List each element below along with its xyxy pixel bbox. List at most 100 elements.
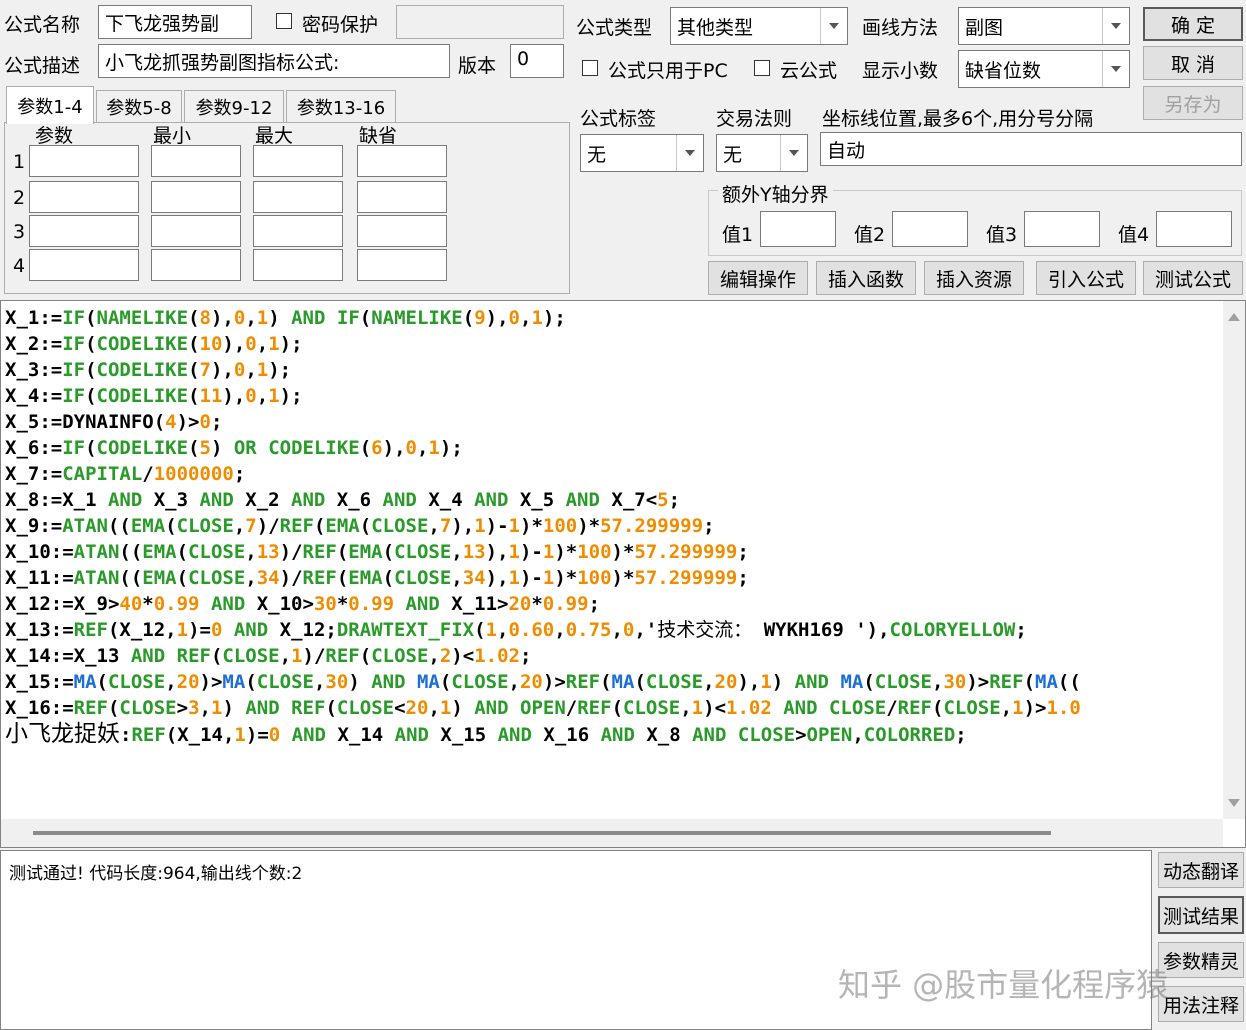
tab-params-1-4[interactable]: 参数1-4 [6,86,94,124]
tab-params-5-8[interactable]: 参数5-8 [96,90,182,122]
code-token: (X_14, [165,724,235,746]
code-token: , [245,359,257,381]
edit-ops-button[interactable]: 编辑操作 [708,261,808,295]
cloud-checkbox[interactable] [754,60,770,76]
param-2-name[interactable] [29,181,139,213]
usage-notes-button[interactable]: 用法注释 [1158,986,1244,1022]
param-3-min[interactable] [151,215,241,247]
yaxis-value2-input[interactable] [892,211,968,247]
param-1-max[interactable] [253,145,343,177]
ok-button[interactable]: 确 定 [1143,7,1243,41]
param-1-name[interactable] [29,145,139,177]
formula-tag-select[interactable]: 无 [580,134,704,172]
trade-rule-select[interactable]: 无 [716,134,808,172]
test-result-button[interactable]: 测试结果 [1158,896,1244,934]
param-wizard-button[interactable]: 参数精灵 [1158,942,1244,978]
param-1-min[interactable] [151,145,241,177]
code-token: ) [222,697,246,719]
password-checkbox[interactable] [276,13,292,29]
code-line[interactable]: X_11:=ATAN((EMA(CLOSE,34)/REF(EMA(CLOSE,… [5,565,1223,591]
code-token: OPEN [520,697,566,719]
code-lines[interactable]: X_1:=IF(NAMELIKE(8),0,1) AND IF(NAMELIKE… [5,305,1223,747]
code-line[interactable]: X_6:=IF(CODELIKE(5) OR CODELIKE(6),0,1); [5,435,1223,461]
dynamic-translate-button[interactable]: 动态翻译 [1158,852,1244,888]
code-line[interactable]: X_7:=CAPITAL/1000000; [5,461,1223,487]
version-input[interactable]: 0 [510,44,564,78]
chevron-down-icon[interactable] [676,135,703,171]
param-2-max[interactable] [253,181,343,213]
param-2-min[interactable] [151,181,241,213]
code-token: ) [210,437,234,459]
formula-desc-input[interactable]: 小飞龙抓强势副图指标公式: [98,44,450,78]
param-4-name[interactable] [29,249,139,281]
code-line[interactable]: X_16:=REF(CLOSE>3,1) AND REF(CLOSE<20,1)… [5,695,1223,721]
code-line[interactable]: X_8:=X_1 AND X_3 AND X_2 AND X_6 AND X_4… [5,487,1223,513]
chevron-down-icon[interactable] [1102,8,1129,44]
code-editor[interactable]: X_1:=IF(NAMELIKE(8),0,1) AND IF(NAMELIKE… [0,300,1246,848]
chevron-down-icon[interactable] [1102,51,1129,87]
scroll-up-icon[interactable] [1228,313,1240,321]
code-token: ) [268,307,292,329]
code-line[interactable]: X_15:=MA(CLOSE,20)>MA(CLOSE,30) AND MA(C… [5,669,1223,695]
code-line[interactable]: X_13:=REF(X_12,1)=0 AND X_12;DRAWTEXT_FI… [5,617,1223,643]
param-4-max[interactable] [253,249,343,281]
formula-type-select[interactable]: 其他类型 [670,7,848,45]
test-formula-button[interactable]: 测试公式 [1143,261,1243,295]
code-token: , [520,307,532,329]
code-token: REF [176,645,211,667]
yaxis-value3-input[interactable] [1024,211,1100,247]
draw-method-select[interactable]: 副图 [958,7,1130,45]
code-token: : [120,724,132,746]
param-3-default[interactable] [357,215,447,247]
code-token: 20 [714,671,738,693]
code-token: ( [1023,671,1036,693]
import-formula-button[interactable]: 引入公式 [1036,261,1136,295]
code-line[interactable]: X_3:=IF(CODELIKE(7),0,1); [5,357,1223,383]
code-line[interactable]: X_5:=DYNAINFO(4)>0; [5,409,1223,435]
vertical-scrollbar[interactable] [1223,301,1245,819]
code-token: X_14:=X_13 [5,645,131,667]
param-3-name[interactable] [29,215,139,247]
scroll-down-icon[interactable] [1228,799,1240,807]
param-1-default[interactable] [357,145,447,177]
decimal-select[interactable]: 缺省位数 [958,50,1130,88]
code-token: ( [188,333,200,355]
horizontal-scrollbar[interactable] [1,819,1223,847]
param-2-default[interactable] [357,181,447,213]
insert-resource-button[interactable]: 插入资源 [924,261,1024,295]
code-token: AND [107,489,143,511]
code-token: CODELIKE [96,359,189,381]
scroll-thumb[interactable] [33,831,1051,835]
password-input[interactable] [396,5,564,39]
yaxis-value4-label: 值4 [1118,224,1150,246]
test-result-message: 测试通过! 代码长度:964,输出线个数:2 [9,864,303,884]
yaxis-value1-input[interactable] [760,211,836,247]
param-4-min[interactable] [151,249,241,281]
save-as-button[interactable]: 另存为 [1143,86,1243,120]
cancel-button[interactable]: 取 消 [1143,46,1243,80]
tab-params-13-16[interactable]: 参数13-16 [286,90,396,122]
extra-yaxis-label: 额外Y轴分界 [718,180,833,207]
insert-function-button[interactable]: 插入函数 [816,261,916,295]
yaxis-value4-input[interactable] [1156,211,1232,247]
tab-params-9-12[interactable]: 参数9-12 [184,90,284,122]
param-4-default[interactable] [357,249,447,281]
code-line[interactable]: X_12:=X_9>40*0.99 AND X_10>30*0.99 AND X… [5,591,1223,617]
code-line[interactable]: X_1:=IF(NAMELIKE(8),0,1) AND IF(NAMELIKE… [5,305,1223,331]
code-token: 57.299999 [634,567,738,589]
code-token: '), [855,619,890,641]
code-line[interactable]: 小飞龙捉妖:REF(X_14,1)=0 AND X_14 AND X_15 AN… [5,721,1223,747]
param-3-max[interactable] [253,215,343,247]
code-line[interactable]: X_4:=IF(CODELIKE(11),0,1); [5,383,1223,409]
code-line[interactable]: X_14:=X_13 AND REF(CLOSE,1)/REF(CLOSE,2)… [5,643,1223,669]
pc-only-checkbox[interactable] [582,60,598,76]
code-token: )/ [279,567,303,589]
code-line[interactable]: X_10:=ATAN((EMA(CLOSE,13)/REF(EMA(CLOSE,… [5,539,1223,565]
chevron-down-icon[interactable] [820,8,847,44]
code-line[interactable]: X_2:=IF(CODELIKE(10),0,1); [5,331,1223,357]
code-line[interactable]: X_9:=ATAN((EMA(CLOSE,7)/REF(EMA(CLOSE,7)… [5,513,1223,539]
chevron-down-icon[interactable] [780,135,807,171]
formula-name-input[interactable]: 下飞龙强势副 [98,5,252,39]
code-token: REF [989,671,1024,693]
coord-line-input[interactable]: 自动 [820,132,1242,166]
